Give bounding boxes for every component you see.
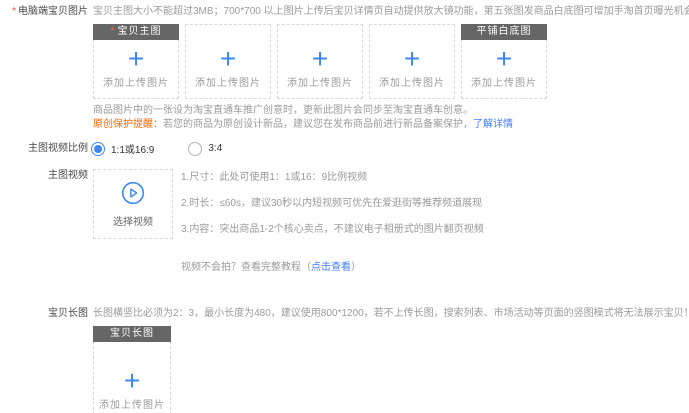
upload-box-2[interactable]: + 添加上传图片	[185, 24, 271, 99]
video-ratio-row: 主图视频比例 1:1或16:9 3:4	[5, 141, 689, 156]
main-video-content: 选择视频	[93, 169, 173, 239]
add-upload-label: 添加上传图片	[195, 74, 261, 89]
long-image-row: 宝贝长图 长图横竖比必须为2：3，最小长度为480，建议使用800*1200，若…	[5, 307, 689, 321]
field-label-video-ratio: 主图视频比例	[5, 142, 88, 156]
plus-icon: +	[124, 370, 140, 392]
plus-icon: +	[312, 48, 328, 70]
field-label-long-image: 宝贝长图	[5, 307, 88, 321]
video-ratio-options: 1:1或16:9 3:4	[91, 141, 222, 156]
upload-box-long-image[interactable]: 宝贝长图 + 添加上传图片	[93, 326, 171, 413]
pc-images-header-row: *电脑端宝贝图片 宝贝主图大小不能超过3MB；700*700 以上图片上传后宝贝…	[5, 5, 689, 19]
video-tip-duration: 2.时长：≤60s，建议30秒以内短视频可优先在爱逛街等推荐频道展现	[181, 191, 484, 217]
radio-unselected-icon[interactable]	[188, 142, 202, 156]
pc-images-description: 宝贝主图大小不能超过3MB；700*700 以上图片上传后宝贝详情页自动提供放大…	[93, 5, 689, 19]
click-to-view-link[interactable]: 点击查看	[311, 262, 351, 273]
add-upload-label: 添加上传图片	[99, 396, 165, 411]
plus-icon: +	[220, 48, 236, 70]
upload-box-3[interactable]: + 添加上传图片	[277, 24, 363, 99]
upload-box-white-background[interactable]: 平铺白底图 + 添加上传图片	[461, 24, 547, 99]
radio-ratio-3-4[interactable]: 3:4	[188, 142, 222, 156]
main-video-row: 主图视频 选择视频 1.尺寸：此处可使用1：1或16：9比例视频 2.时长：≤6…	[5, 169, 689, 281]
field-label-main-video: 主图视频	[5, 169, 88, 183]
upload-box-4[interactable]: + 添加上传图片	[369, 24, 455, 99]
video-tip-content: 3.内容：突出商品1-2个核心卖点，不建议电子相册式的图片翻页视频	[181, 217, 484, 243]
plus-icon: +	[128, 48, 144, 70]
long-image-box-wrap: 宝贝长图 + 添加上传图片	[93, 326, 689, 413]
add-upload-label: 添加上传图片	[103, 74, 169, 89]
original-protection-prefix: 原创保护提醒：	[93, 119, 163, 130]
upload-box-header: 宝贝长图	[93, 326, 171, 342]
plus-icon: +	[496, 48, 512, 70]
pc-images-description-text: 宝贝主图大小不能超过3MB；700*700 以上图片上传后宝贝详情页自动提供放大…	[93, 6, 689, 17]
video-tip-size: 1.尺寸：此处可使用1：1或16：9比例视频	[181, 165, 484, 191]
upload-box-header: *宝贝主图	[93, 24, 179, 40]
promo-sync-note: 商品图片中的一张设为淘宝直通车推广创意时，更新此图片会同步至淘宝直通车创意。	[93, 104, 689, 118]
radio-label: 3:4	[208, 143, 222, 154]
radio-selected-icon[interactable]	[91, 142, 105, 156]
required-asterisk: *	[12, 6, 16, 17]
required-asterisk: *	[111, 26, 116, 37]
notes-block: 商品图片中的一张设为淘宝直通车推广创意时，更新此图片会同步至淘宝直通车创意。 原…	[93, 104, 689, 132]
add-upload-label: 添加上传图片	[471, 74, 537, 89]
video-tips: 1.尺寸：此处可使用1：1或16：9比例视频 2.时长：≤60s，建议30秒以内…	[181, 165, 484, 281]
add-upload-label: 添加上传图片	[379, 74, 445, 89]
video-help-line: 视频不会拍？查看完整教程（点击查看）	[181, 255, 484, 281]
select-video-label: 选择视频	[113, 213, 153, 228]
original-protection-note: 原创保护提醒：若您的商品为原创设计新品，建议您在发布商品前进行新品备案保护，了解…	[93, 118, 689, 132]
plus-icon: +	[404, 48, 420, 70]
radio-ratio-1-1-or-16-9[interactable]: 1:1或16:9	[91, 141, 154, 156]
add-upload-label: 添加上传图片	[287, 74, 353, 89]
radio-label: 1:1或16:9	[111, 141, 154, 156]
play-circle-icon	[120, 180, 146, 206]
long-image-description: 长图横竖比必须为2：3，最小长度为480，建议使用800*1200，若不上传长图…	[93, 307, 689, 321]
upload-boxes-row: *宝贝主图 + 添加上传图片 + 添加上传图片 + 添加上传图片 + 添加上传图…	[93, 24, 689, 99]
upload-box-header: 平铺白底图	[461, 24, 547, 40]
upload-box-main-image[interactable]: *宝贝主图 + 添加上传图片	[93, 24, 179, 99]
pc-images-label: 电脑端宝贝图片	[18, 6, 88, 17]
learn-more-link[interactable]: 了解详情	[473, 119, 513, 130]
field-label-pc-images: *电脑端宝贝图片	[5, 5, 88, 19]
select-video-box[interactable]: 选择视频	[93, 169, 173, 239]
